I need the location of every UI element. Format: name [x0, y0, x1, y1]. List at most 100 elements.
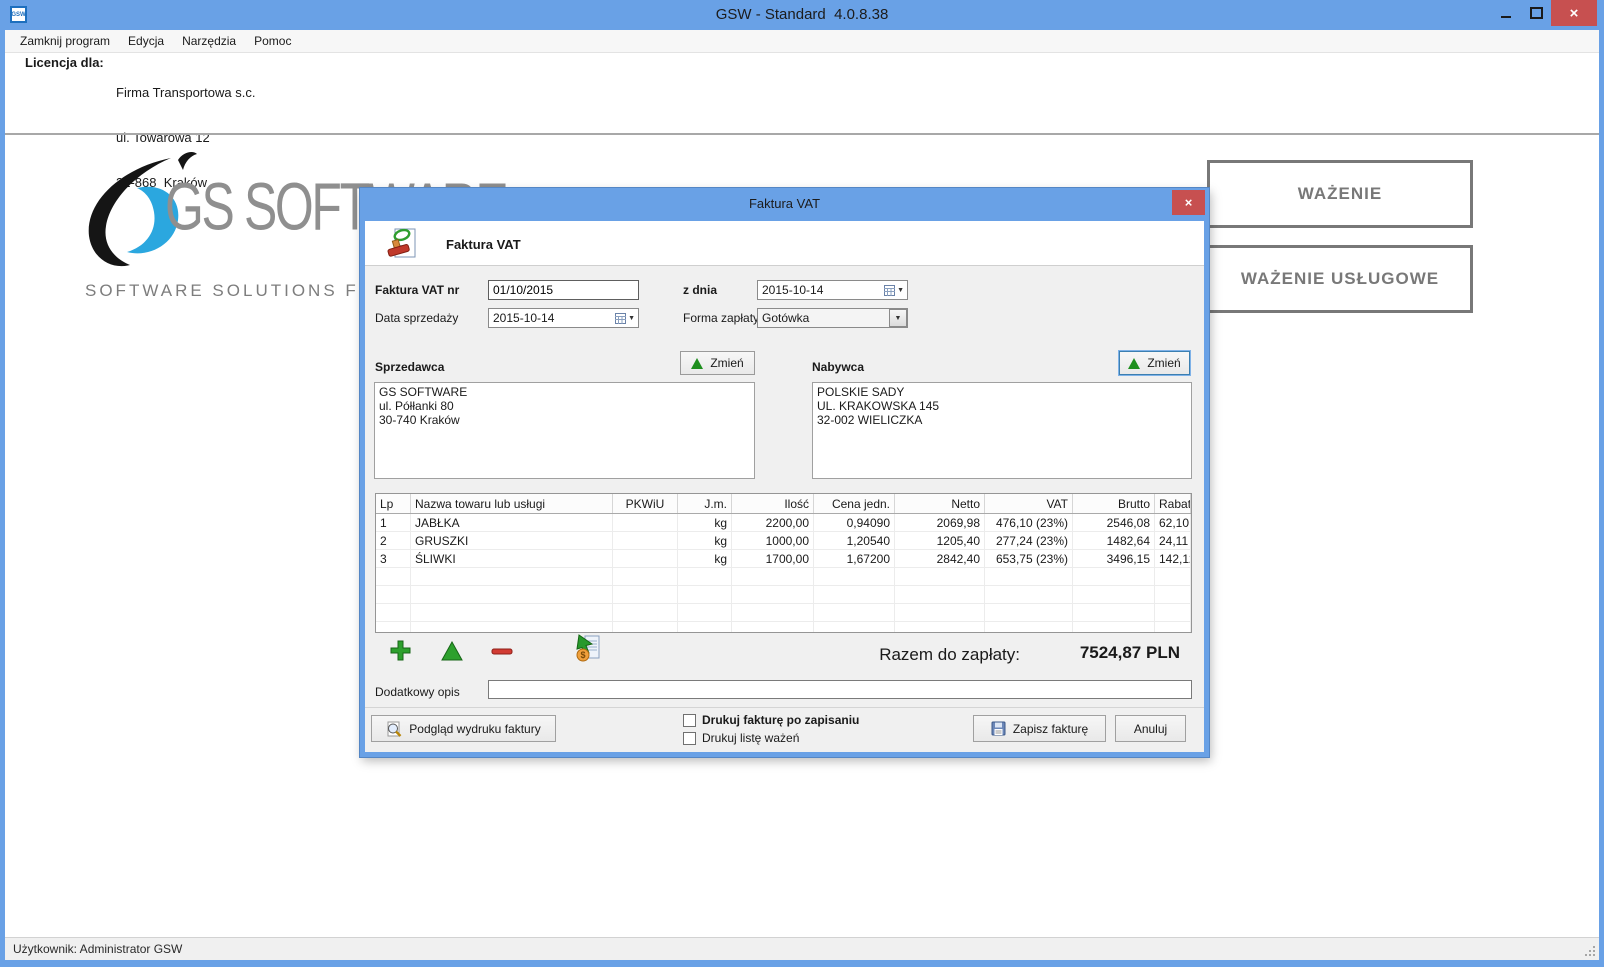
- dialog-header: Faktura VAT: [365, 221, 1204, 266]
- column-header: Netto: [895, 494, 985, 514]
- table-row[interactable]: 2GRUSZKI kg1000,001,205401205,40277,24 (2…: [376, 532, 1191, 550]
- print-weighings-checkbox-row[interactable]: Drukuj listę ważeń: [683, 731, 799, 745]
- checkbox-icon[interactable]: [683, 714, 696, 727]
- table-cell: [895, 622, 985, 634]
- table-cell: [411, 622, 613, 634]
- window-titlebar[interactable]: GSW GSW - Standard 4.0.8.38 ×: [0, 0, 1604, 30]
- issue-date-label: z dnia: [683, 283, 717, 297]
- menu-item-pomoc[interactable]: Pomoc: [245, 31, 300, 51]
- table-cell: [814, 568, 895, 586]
- issue-date-value: 2015-10-14: [758, 283, 823, 297]
- issue-date-picker[interactable]: 2015-10-14 ▼: [757, 280, 908, 300]
- sale-date-picker[interactable]: 2015-10-14 ▼: [488, 308, 639, 328]
- table-cell[interactable]: ŚLIWKI: [411, 550, 613, 568]
- table-cell[interactable]: 2: [376, 532, 411, 550]
- application-window: GSW GSW - Standard 4.0.8.38 × Zamknij pr…: [0, 0, 1604, 967]
- table-cell[interactable]: 24,11 (2%): [1155, 532, 1191, 550]
- invoice-number-input[interactable]: [488, 280, 639, 300]
- table-cell[interactable]: 1,67200: [814, 550, 895, 568]
- sale-date-controls[interactable]: ▼: [615, 313, 638, 324]
- status-bar: Użytkownik: Administrator GSW: [5, 937, 1599, 960]
- table-cell[interactable]: kg: [678, 532, 732, 550]
- table-cell[interactable]: 1700,00: [732, 550, 814, 568]
- wazenie-uslugowe-button[interactable]: WAŻENIE USŁUGOWE: [1207, 245, 1473, 313]
- column-header: Cena jedn.: [814, 494, 895, 514]
- table-cell[interactable]: 2069,98: [895, 514, 985, 532]
- description-input[interactable]: [488, 680, 1192, 699]
- table-cell: [895, 586, 985, 604]
- add-item-button[interactable]: [390, 640, 411, 661]
- table-cell[interactable]: [613, 532, 678, 550]
- seller-line: GS SOFTWARE: [379, 385, 750, 399]
- table-cell[interactable]: 2546,08: [1073, 514, 1155, 532]
- svg-text:$: $: [580, 650, 585, 660]
- table-cell[interactable]: 62,10 (3%): [1155, 514, 1191, 532]
- cancel-button[interactable]: Anuluj: [1115, 715, 1186, 742]
- table-cell[interactable]: [613, 514, 678, 532]
- table-empty-row[interactable]: [376, 604, 1191, 622]
- table-cell[interactable]: 142,12 (5%): [1155, 550, 1191, 568]
- table-cell[interactable]: kg: [678, 550, 732, 568]
- menu-item-edycja[interactable]: Edycja: [119, 31, 173, 51]
- checkbox-icon[interactable]: [683, 732, 696, 745]
- table-cell[interactable]: 1000,00: [732, 532, 814, 550]
- table-cell[interactable]: 277,24 (23%): [985, 532, 1073, 550]
- resize-grip[interactable]: [1584, 945, 1597, 958]
- close-button[interactable]: ×: [1551, 0, 1597, 26]
- menu-item-narzedzia[interactable]: Narzędzia: [173, 31, 245, 51]
- print-preview-button[interactable]: Podgląd wydruku faktury: [371, 715, 556, 742]
- payment-method-select[interactable]: Gotówka ▼: [757, 308, 908, 328]
- table-cell[interactable]: 1482,64: [1073, 532, 1155, 550]
- print-invoice-checkbox-row[interactable]: Drukuj fakturę po zapisaniu: [683, 713, 859, 727]
- table-cell: [376, 568, 411, 586]
- table-cell[interactable]: 1,20540: [814, 532, 895, 550]
- table-cell[interactable]: 1: [376, 514, 411, 532]
- table-cell: [732, 622, 814, 634]
- table-empty-row[interactable]: [376, 568, 1191, 586]
- buyer-change-button[interactable]: Zmień: [1119, 351, 1190, 375]
- seller-change-button[interactable]: Zmień: [680, 351, 755, 375]
- dialog-body: Faktura VAT Faktura VAT nr z dnia 2015-1…: [365, 221, 1204, 752]
- table-cell[interactable]: 2200,00: [732, 514, 814, 532]
- table-cell[interactable]: kg: [678, 514, 732, 532]
- buyer-textbox[interactable]: POLSKIE SADY UL. KRAKOWSKA 145 32-002 WI…: [812, 382, 1192, 479]
- table-row[interactable]: 3ŚLIWKI kg1700,001,672002842,40653,75 (23…: [376, 550, 1191, 568]
- table-cell: [1155, 568, 1191, 586]
- table-cell[interactable]: 3: [376, 550, 411, 568]
- minimize-button[interactable]: [1491, 0, 1521, 26]
- delete-item-button[interactable]: [491, 648, 513, 655]
- chevron-down-icon: ▼: [628, 315, 635, 322]
- table-cell: [411, 568, 613, 586]
- table-cell[interactable]: 476,10 (23%): [985, 514, 1073, 532]
- issue-date-controls[interactable]: ▼: [884, 285, 907, 296]
- save-icon: [991, 721, 1006, 736]
- menu-item-zamknij-program[interactable]: Zamknij program: [11, 31, 119, 51]
- combo-dropdown-button[interactable]: ▼: [889, 309, 907, 327]
- magnifier-icon: [386, 721, 402, 737]
- table-cell[interactable]: 653,75 (23%): [985, 550, 1073, 568]
- maximize-button[interactable]: [1521, 0, 1551, 26]
- table-cell[interactable]: GRUSZKI: [411, 532, 613, 550]
- column-header: Nazwa towaru lub usługi: [411, 494, 613, 514]
- license-label: Licencja dla:: [25, 55, 104, 70]
- table-cell: [1155, 622, 1191, 634]
- save-invoice-button[interactable]: Zapisz fakturę: [973, 715, 1106, 742]
- table-cell[interactable]: 3496,15: [1073, 550, 1155, 568]
- table-cell[interactable]: 0,94090: [814, 514, 895, 532]
- save-invoice-label: Zapisz fakturę: [1013, 722, 1088, 736]
- column-header: Brutto: [1073, 494, 1155, 514]
- seller-textbox[interactable]: GS SOFTWARE ul. Półłanki 80 30-740 Krakó…: [374, 382, 755, 479]
- table-cell[interactable]: 1205,40: [895, 532, 985, 550]
- table-empty-row[interactable]: [376, 622, 1191, 634]
- table-cell[interactable]: JABŁKA: [411, 514, 613, 532]
- table-cell: [814, 622, 895, 634]
- column-header: PKWiU: [613, 494, 678, 514]
- edit-item-button[interactable]: [441, 641, 463, 661]
- table-empty-row[interactable]: [376, 586, 1191, 604]
- dialog-close-button[interactable]: ×: [1172, 190, 1205, 215]
- invoice-summary-button[interactable]: $: [575, 634, 601, 662]
- table-row[interactable]: 1JABŁKA kg2200,000,940902069,98476,10 (23…: [376, 514, 1191, 532]
- table-cell[interactable]: 2842,40: [895, 550, 985, 568]
- table-cell[interactable]: [613, 550, 678, 568]
- wazenie-button[interactable]: WAŻENIE: [1207, 160, 1473, 228]
